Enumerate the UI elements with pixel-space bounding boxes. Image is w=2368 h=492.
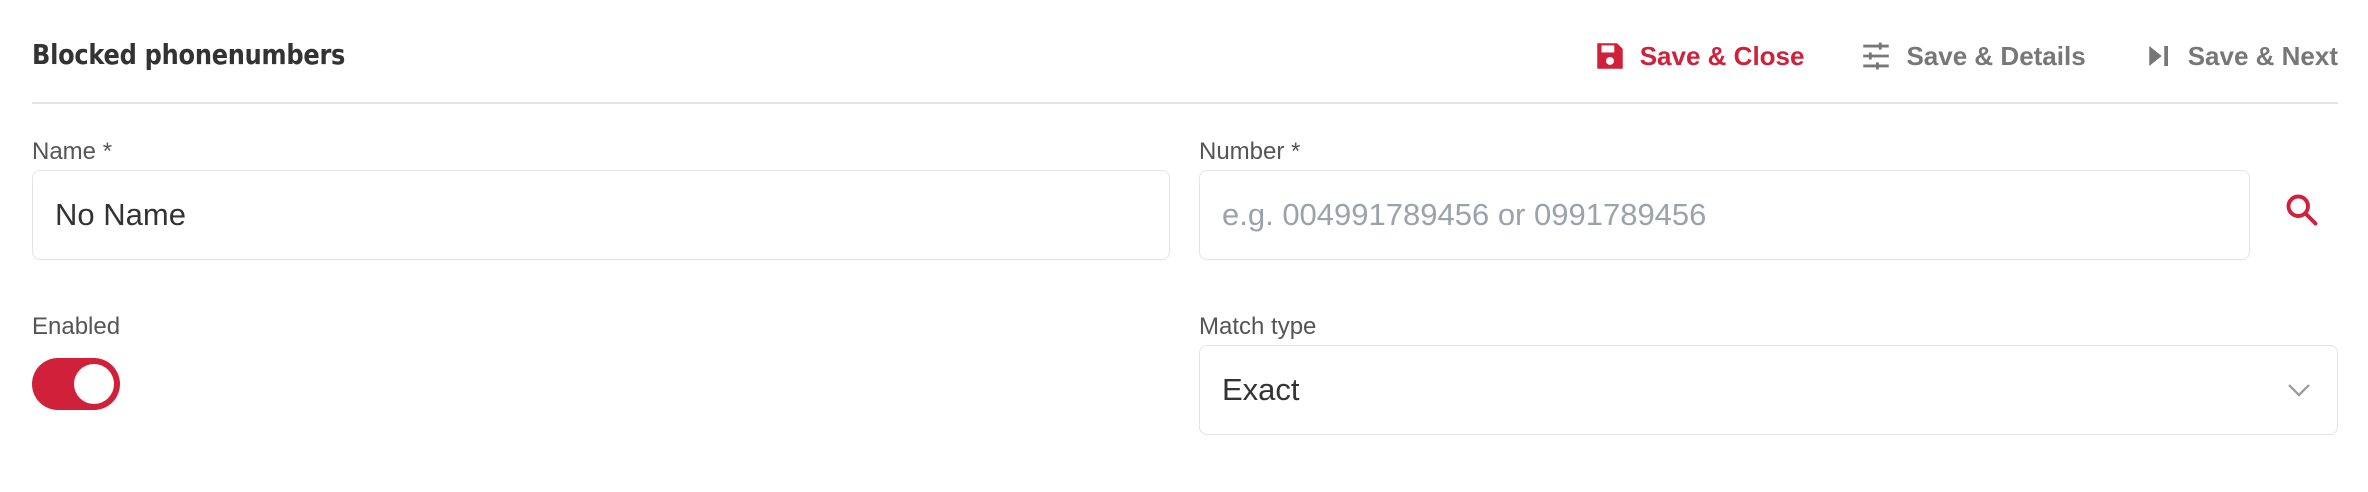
name-value: No Name <box>55 197 186 232</box>
match-type-value: Exact <box>1222 372 1300 407</box>
number-input[interactable] <box>1222 197 2227 233</box>
toggle-knob <box>74 364 114 404</box>
number-label: Number * <box>1199 138 1301 165</box>
save-next-label: Save & Next <box>2187 40 2338 71</box>
save-close-button[interactable]: Save & Close <box>1592 38 1805 74</box>
page-header: Blocked phonenumbers Save & Close Save &… <box>32 0 2338 104</box>
save-details-label: Save & Details <box>1906 40 2086 71</box>
number-field[interactable] <box>1199 170 2250 260</box>
name-field[interactable]: No Name <box>32 170 1170 260</box>
save-next-button[interactable]: Save & Next <box>2140 38 2338 74</box>
header-actions: Save & Close Save & Details Save & Next <box>1538 38 2338 74</box>
search-icon <box>2284 192 2320 233</box>
skip-next-icon <box>2140 38 2176 74</box>
save-close-label: Save & Close <box>1639 40 1805 71</box>
enabled-label: Enabled <box>32 313 121 340</box>
name-label: Name * <box>32 138 113 165</box>
floppy-disk-icon <box>1592 38 1628 74</box>
enabled-toggle[interactable] <box>32 358 120 410</box>
number-search-button[interactable] <box>2280 190 2324 234</box>
save-details-button[interactable]: Save & Details <box>1858 38 2086 74</box>
sliders-icon <box>1858 38 1894 74</box>
chevron-down-icon <box>2283 374 2315 406</box>
match-type-select[interactable]: Exact <box>1199 345 2338 435</box>
page-title: Blocked phonenumbers <box>32 38 346 71</box>
match-type-label: Match type <box>1199 313 1317 340</box>
